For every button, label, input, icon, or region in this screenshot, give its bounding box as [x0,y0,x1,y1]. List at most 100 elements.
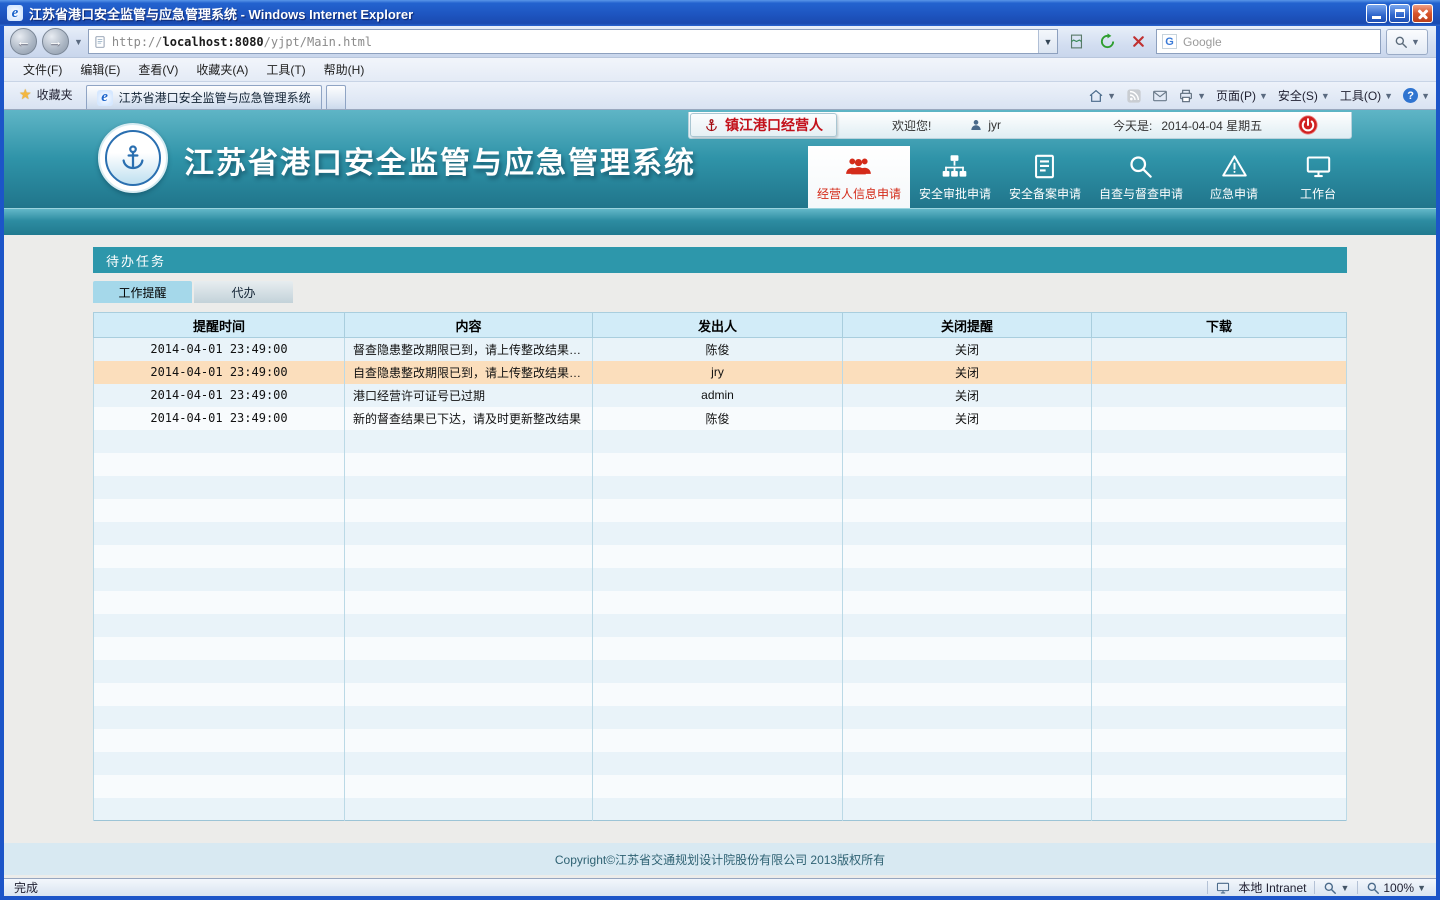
stop-icon [1130,33,1147,50]
panel-tab-2[interactable]: 代办 [194,281,293,303]
help-button[interactable]: ? ▼ [1403,88,1430,103]
nav-item-2[interactable]: 安全审批申请 [910,146,1000,208]
table-row-empty [94,476,1347,499]
favorites-bar: ★ 收藏夹 e 江苏省港口安全监管与应急管理系统 ▼ [4,82,1436,110]
cell-empty [345,660,593,683]
zoom-menu-button[interactable]: ▼ [1323,881,1349,895]
cell-empty [94,545,345,568]
cell-empty [843,706,1092,729]
logout-button[interactable] [1298,115,1318,135]
cell-empty [1092,545,1347,568]
safety-menu-button[interactable]: 安全(S) ▼ [1278,87,1330,104]
tab-favicon-icon: e [97,90,113,106]
welcome-label: 欢迎您! [892,117,931,134]
cell-empty [843,614,1092,637]
close-reminder-link[interactable]: 关闭 [843,361,1092,384]
status-text: 完成 [14,879,38,896]
cell-empty [345,545,593,568]
back-button[interactable]: ← [10,28,37,55]
home-button[interactable]: ▼ [1088,88,1116,104]
main-nav: 经营人信息申请安全审批申请安全备案申请自查与督查申请应急申请工作台 [808,146,1360,208]
address-dropdown-caret-icon[interactable]: ▼ [1038,30,1057,53]
feeds-button[interactable] [1126,88,1142,104]
maximize-button[interactable] [1389,4,1410,23]
cell-empty [593,522,843,545]
tab-title: 江苏省港口安全监管与应急管理系统 [119,89,311,106]
cell-empty [1092,660,1347,683]
recent-pages-caret-icon[interactable]: ▼ [74,37,83,47]
cell-empty [345,637,593,660]
status-separator [1314,881,1315,894]
cell-empty [843,683,1092,706]
panel-tab-1[interactable]: 工作提醒 [93,281,192,303]
anchor-icon [704,118,719,133]
status-separator [1207,881,1208,894]
forward-button[interactable]: → [42,28,69,55]
menu-item[interactable]: 查看(V) [129,58,187,81]
cell-empty [1092,430,1347,453]
help-icon: ? [1403,88,1418,103]
nav-item-4[interactable]: 自查与督查申请 [1090,146,1192,208]
refresh-button[interactable] [1094,29,1120,55]
cell-empty [593,430,843,453]
cell-content: 自查隐患整改期限已到，请上传整改结果… [345,361,593,384]
menu-item[interactable]: 编辑(E) [71,58,129,81]
table-row-empty [94,660,1347,683]
menu-item[interactable]: 工具(T) [257,58,314,81]
favorites-button[interactable]: ★ 收藏夹 [10,82,82,109]
cell-empty [345,591,593,614]
cell-empty [1092,729,1347,752]
menu-item[interactable]: 帮助(H) [315,58,374,81]
nav-item-3[interactable]: 安全备案申请 [1000,146,1090,208]
nav-item-6[interactable]: 工作台 [1276,146,1360,208]
print-button[interactable]: ▼ [1178,88,1206,104]
cell-empty [94,430,345,453]
cell-empty [593,453,843,476]
read-mail-button[interactable] [1152,88,1168,104]
cell-empty [593,706,843,729]
close-button[interactable] [1412,4,1433,23]
cell-empty [94,591,345,614]
cell-empty [94,522,345,545]
search-input[interactable]: G Google [1156,29,1381,54]
search-placeholder: Google [1183,35,1222,49]
org-chart-icon [941,153,968,180]
browser-tab-active[interactable]: e 江苏省港口安全监管与应急管理系统 [86,85,322,109]
close-reminder-link[interactable]: 关闭 [843,338,1092,361]
cell-empty [94,637,345,660]
menu-item[interactable]: 文件(F) [14,58,71,81]
close-reminder-link[interactable]: 关闭 [843,384,1092,407]
cell-empty [345,499,593,522]
new-tab-stub[interactable] [326,85,346,109]
operator-org-badge: 镇江港口经营人 [690,113,837,137]
magnifier-icon [1127,153,1154,180]
cell-empty [593,591,843,614]
zoom-level-button[interactable]: 100% ▼ [1366,881,1426,895]
cell-empty [345,752,593,775]
page-menu-button[interactable]: 页面(P) ▼ [1216,87,1268,104]
document-icon [1031,153,1058,180]
tools-menu-caret-icon: ▼ [1384,91,1393,101]
compatibility-view-button[interactable] [1063,29,1089,55]
nav-item-1[interactable]: 经营人信息申请 [808,146,910,208]
window-title: 江苏省港口安全监管与应急管理系统 - Windows Internet Expl… [29,4,413,23]
cell-empty [345,729,593,752]
table-row-empty [94,729,1347,752]
search-button[interactable]: ▼ [1386,29,1428,55]
cell-empty [593,798,843,821]
tools-menu-button[interactable]: 工具(O) ▼ [1340,87,1393,104]
cell-empty [843,430,1092,453]
nav-item-5[interactable]: 应急申请 [1192,146,1276,208]
table-row: 2014-04-01 23:49:00新的督查结果已下达，请及时更新整改结果陈俊… [94,407,1347,430]
minimize-button[interactable] [1366,4,1387,23]
status-bar: 完成 本地 Intranet ▼ 100% ▼ [4,878,1436,896]
table-row-empty [94,637,1347,660]
nav-item-label: 工作台 [1300,185,1336,202]
stop-button[interactable] [1125,29,1151,55]
address-field[interactable]: http://localhost:8080/yjpt/Main.html ▼ [88,29,1058,54]
close-reminder-link[interactable]: 关闭 [843,407,1092,430]
menu-item[interactable]: 收藏夹(A) [187,58,257,81]
org-name: 镇江港口经营人 [725,115,823,135]
cell-time: 2014-04-01 23:49:00 [94,384,345,407]
today-label: 今天是: [1113,117,1152,134]
